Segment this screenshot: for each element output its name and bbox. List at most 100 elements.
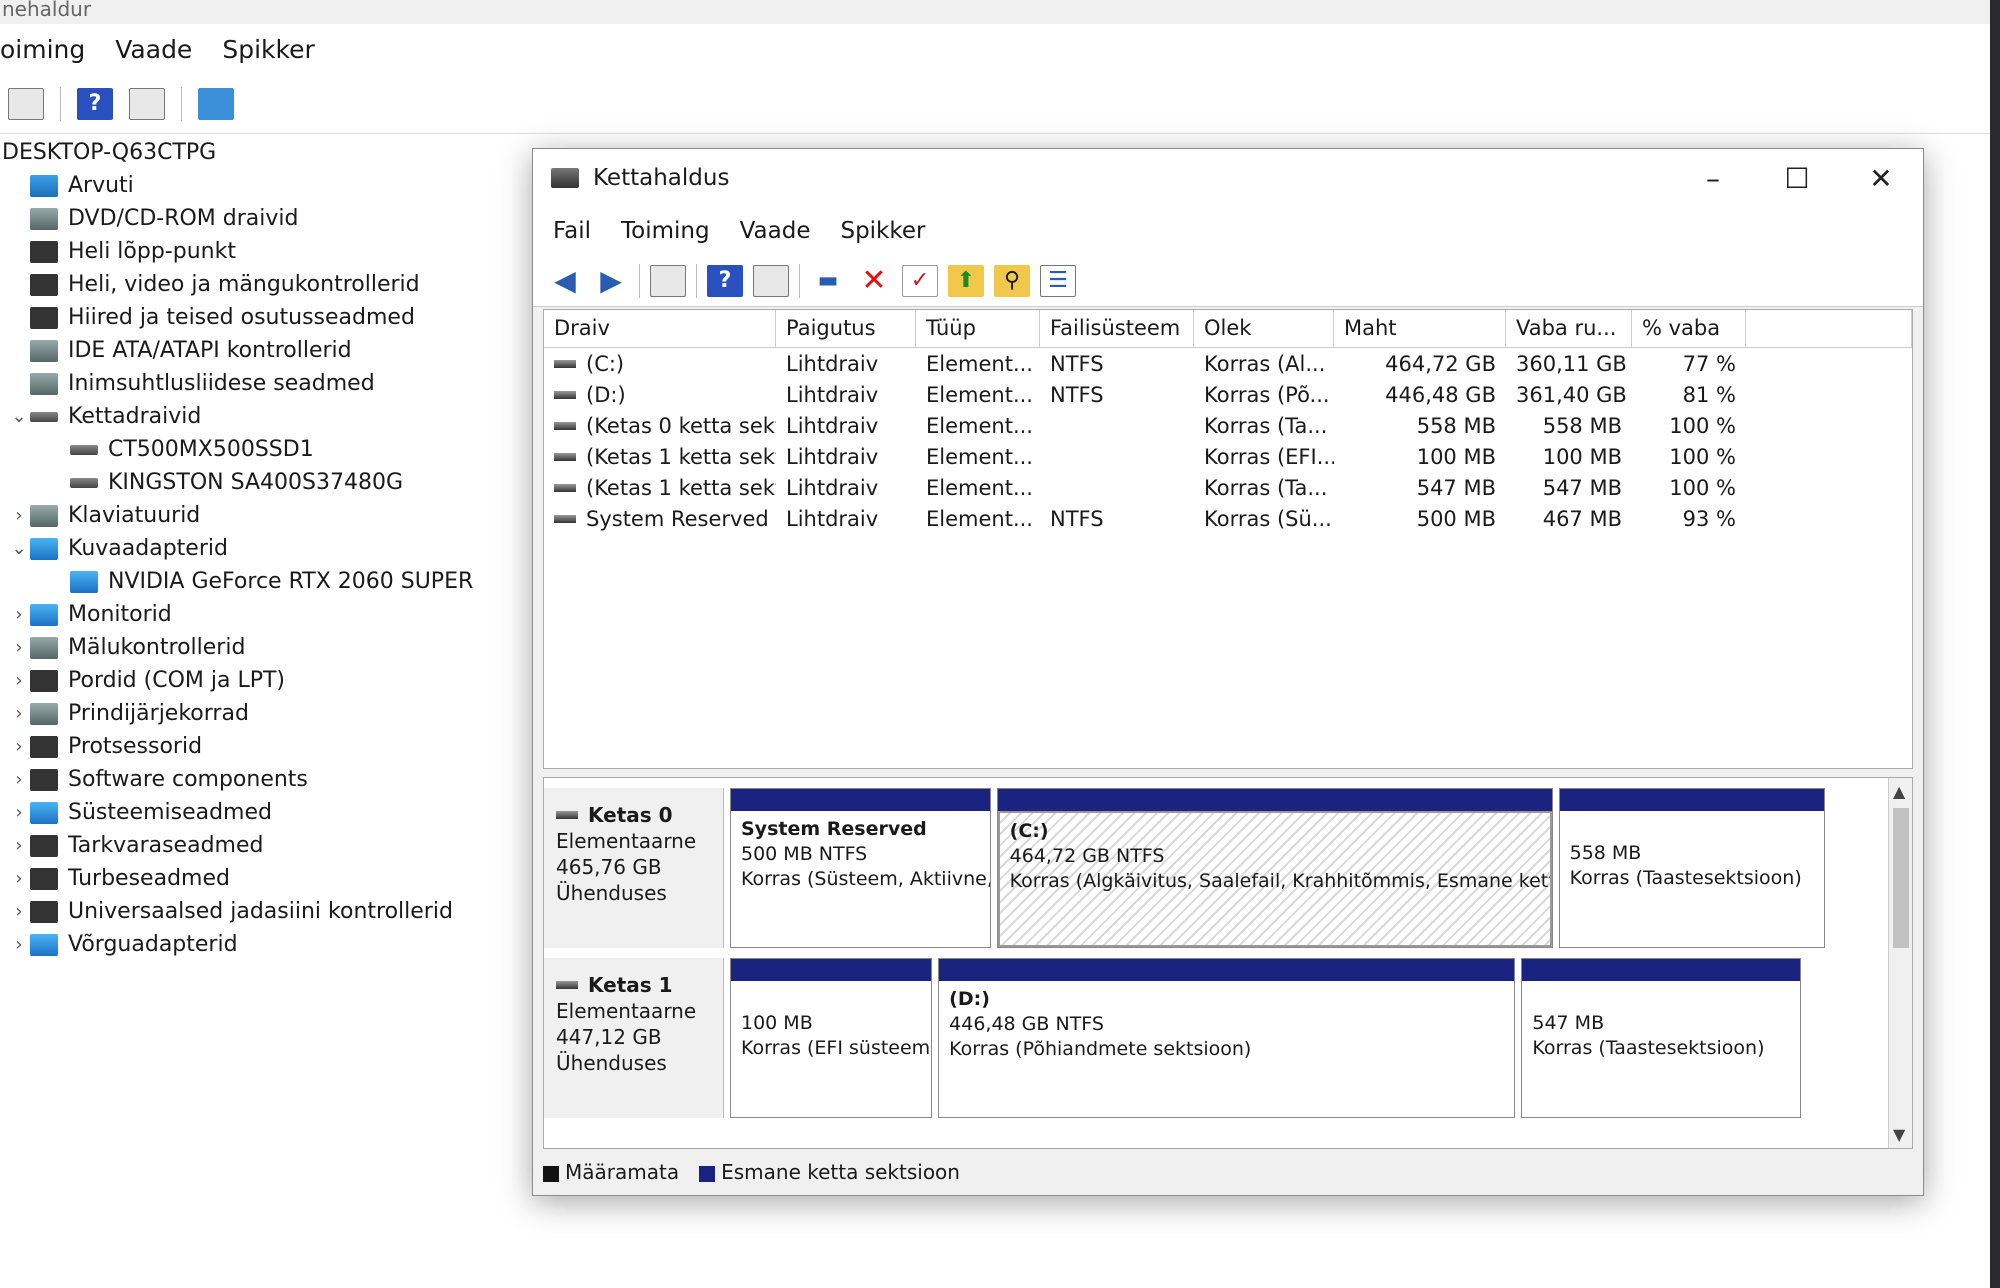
menu-item-action[interactable]: Toiming <box>621 218 710 244</box>
properties-icon[interactable] <box>650 264 686 297</box>
tree-item[interactable]: DVD/CD-ROM draivid <box>0 202 540 235</box>
disk-label[interactable]: Ketas 1 Elementaarne 447,12 GB Ühenduses <box>544 958 724 1118</box>
minimize-button[interactable]: – <box>1671 149 1755 207</box>
tree-item[interactable]: Hiired ja teised osutusseadmed <box>0 301 540 334</box>
maximize-button[interactable]: ☐ <box>1755 149 1839 207</box>
chevron-right-icon[interactable]: › <box>8 637 30 658</box>
tree-item[interactable]: IDE ATA/ATAPI kontrollerid <box>0 334 540 367</box>
scrollbar-thumb[interactable] <box>1893 808 1909 948</box>
chevron-right-icon[interactable]: › <box>8 703 30 724</box>
search-icon[interactable]: ⚲ <box>994 264 1030 297</box>
chevron-right-icon[interactable]: › <box>8 901 30 922</box>
tree-item[interactable]: ⌄ Kettadraivid <box>0 400 540 433</box>
chevron-right-icon[interactable]: › <box>8 736 30 757</box>
check-icon[interactable]: ✓ <box>902 264 938 297</box>
connect-icon[interactable]: ▬ <box>810 265 846 297</box>
forward-arrow-icon[interactable]: ▶ <box>593 264 629 297</box>
table-row[interactable]: (D:) Lihtdraiv Element... NTFS Korras (Põ...… <box>544 379 1912 410</box>
partition-line2: Korras (Põhiandmete sektsioon) <box>949 1038 1252 1060</box>
menu-item-view[interactable]: Vaade <box>115 35 192 64</box>
column-header-capacity[interactable]: Maht <box>1334 310 1506 347</box>
tree-item[interactable]: › Universaalsed jadasiini kontrollerid <box>0 895 540 928</box>
chevron-right-icon[interactable]: › <box>8 505 30 526</box>
menu-item-view[interactable]: Vaade <box>740 218 811 244</box>
tree-item[interactable]: › Klaviatuurid <box>0 499 540 532</box>
column-header-drive[interactable]: Draiv <box>544 310 776 347</box>
help-icon[interactable]: ? <box>707 264 743 297</box>
menu-item-file[interactable]: Fail <box>553 218 591 244</box>
chevron-right-icon[interactable]: › <box>8 802 30 823</box>
delete-icon[interactable]: ✕ <box>856 263 892 298</box>
back-arrow-icon[interactable]: ◀ <box>547 264 583 297</box>
close-button[interactable]: ✕ <box>1839 149 1923 207</box>
chevron-right-icon[interactable]: › <box>8 604 30 625</box>
column-header-free-space[interactable]: Vaba ru... <box>1506 310 1632 347</box>
tree-item[interactable]: KINGSTON SA400S37480G <box>0 466 540 499</box>
table-row[interactable]: System Reserved Lihtdraiv Element... NTFS Ko… <box>544 503 1912 534</box>
monitor-icon[interactable] <box>198 87 234 120</box>
tree-item[interactable]: › Monitorid <box>0 598 540 631</box>
menu-item-help[interactable]: Spikker <box>222 35 314 64</box>
column-header-percent-free[interactable]: % vaba <box>1632 310 1746 347</box>
partition-block[interactable]: (C:) 464,72 GB NTFS Korras (Algkäivitus, S… <box>996 788 1553 948</box>
properties-icon[interactable] <box>8 87 44 120</box>
tree-item[interactable]: › Prindijärjekorrad <box>0 697 540 730</box>
vertical-scrollbar[interactable]: ▲ ▼ <box>1888 778 1912 1148</box>
chevron-down-icon[interactable]: ⌄ <box>8 406 30 427</box>
table-row[interactable]: (C:) Lihtdraiv Element... NTFS Korras (Al...… <box>544 348 1912 379</box>
partition-block[interactable]: 558 MB Korras (Taastesektsioon) <box>1558 788 1825 948</box>
chevron-down-icon[interactable]: ⌄ <box>8 538 30 559</box>
blue-device-icon <box>30 603 58 626</box>
column-header-status[interactable]: Olek <box>1194 310 1334 347</box>
scroll-up-icon[interactable]: ▲ <box>1893 782 1905 801</box>
tree-item[interactable]: › Tarkvaraseadmed <box>0 829 540 862</box>
legend-item-primary: Esmane ketta sektsioon <box>699 1160 960 1184</box>
column-header-type[interactable]: Tüüp <box>916 310 1040 347</box>
chevron-right-icon[interactable]: › <box>8 868 30 889</box>
chevron-right-icon[interactable]: › <box>8 670 30 691</box>
table-cell: 100 % <box>1669 413 1736 438</box>
table-row[interactable]: (Ketas 1 ketta sekt... Lihtdraiv Element..… <box>544 441 1912 472</box>
table-row[interactable]: (Ketas 1 ketta sekt... Lihtdraiv Element..… <box>544 472 1912 503</box>
disk-name: Ketas 1 <box>556 972 711 998</box>
tree-item[interactable]: ⌄ Kuvaadapterid <box>0 532 540 565</box>
tree-item[interactable]: Inimsuhtlusliidese seadmed <box>0 367 540 400</box>
help-icon[interactable]: ? <box>77 87 113 120</box>
folder-up-icon[interactable]: ⬆ <box>948 264 984 297</box>
menu-item-action[interactable]: oiming <box>0 35 85 64</box>
chevron-right-icon[interactable]: › <box>8 835 30 856</box>
tree-item[interactable]: › Mälukontrollerid <box>0 631 540 664</box>
table-cell: Lihtdraiv <box>786 413 879 438</box>
tree-item[interactable]: › Protsessorid <box>0 730 540 763</box>
column-header-filesystem[interactable]: Failisüsteem <box>1040 310 1194 347</box>
partition-block[interactable]: (D:) 446,48 GB NTFS Korras (Põhiandmete se… <box>938 958 1516 1118</box>
table-cell: Lihtdraiv <box>786 444 879 469</box>
gray-device-icon <box>30 339 58 362</box>
partition-block[interactable]: System Reserved 500 MB NTFS Korras (Süstee… <box>730 788 991 948</box>
tree-item[interactable]: Heli, video ja mängukontrollerid <box>0 268 540 301</box>
list-icon[interactable]: ☰ <box>1040 264 1076 297</box>
chevron-right-icon[interactable]: › <box>8 769 30 790</box>
tree-item[interactable]: › Süsteemiseadmed <box>0 796 540 829</box>
table-row[interactable]: (Ketas 0 ketta sekt... Lihtdraiv Element..… <box>544 410 1912 441</box>
scroll-down-icon[interactable]: ▼ <box>1893 1125 1905 1144</box>
tree-item[interactable]: › Turbeseadmed <box>0 862 540 895</box>
tree-item[interactable]: DESKTOP-Q63CTPG <box>0 136 540 169</box>
disk-label[interactable]: Ketas 0 Elementaarne 465,76 GB Ühenduses <box>544 788 724 948</box>
tree-item[interactable]: Arvuti <box>0 169 540 202</box>
tree-item[interactable]: › Pordid (COM ja LPT) <box>0 664 540 697</box>
partition-block[interactable]: 547 MB Korras (Taastesektsioon) <box>1521 958 1801 1118</box>
tree-item[interactable]: CT500MX500SSD1 <box>0 433 540 466</box>
tree-item[interactable]: Heli lõpp-punkt <box>0 235 540 268</box>
tree-item-label: Software components <box>68 767 308 792</box>
tree-item[interactable]: › Software components <box>0 763 540 796</box>
view-icon[interactable] <box>129 87 165 120</box>
partition-title: (D:) <box>949 988 990 1010</box>
tree-item[interactable]: NVIDIA GeForce RTX 2060 SUPER <box>0 565 540 598</box>
partition-block[interactable]: 100 MB Korras (EFI süsteemi <box>730 958 933 1118</box>
chevron-right-icon[interactable]: › <box>8 934 30 955</box>
tree-item[interactable]: › Võrguadapterid <box>0 928 540 961</box>
menu-item-help[interactable]: Spikker <box>840 218 925 244</box>
view-icon[interactable] <box>753 264 789 297</box>
column-header-layout[interactable]: Paigutus <box>776 310 916 347</box>
